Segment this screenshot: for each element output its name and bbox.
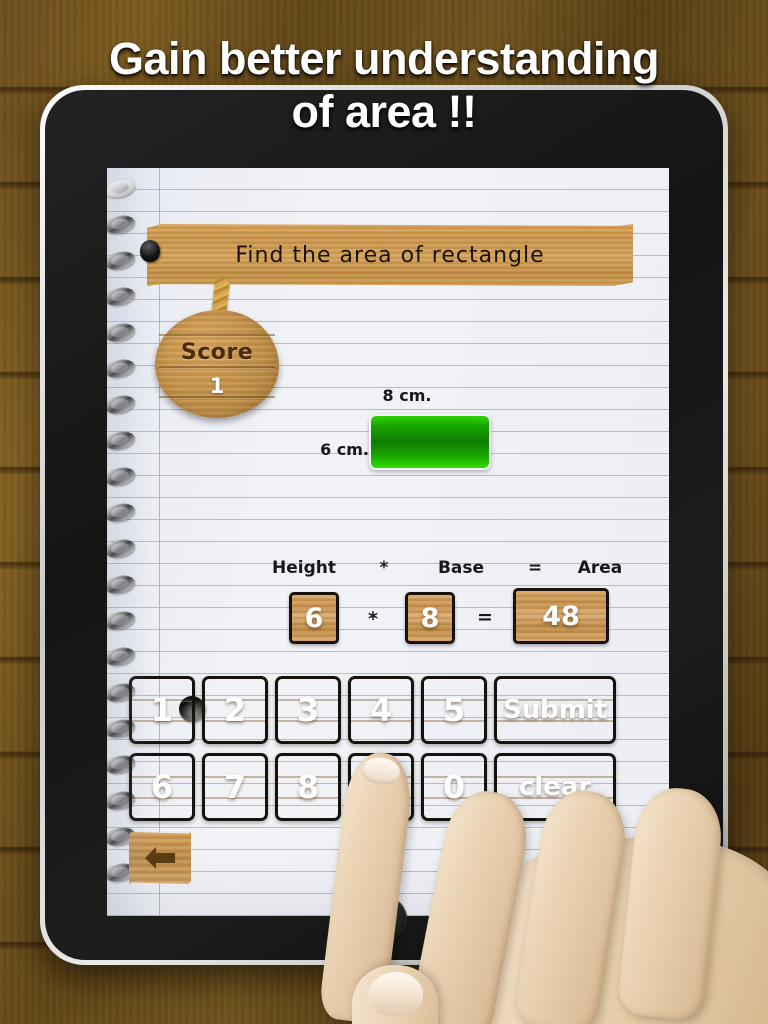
back-arrow-icon [145, 847, 175, 869]
binding-ring [107, 609, 137, 632]
score-badge: Score 1 [155, 310, 279, 418]
formula-label-area: Area [577, 558, 623, 578]
key-label: 1 [150, 691, 174, 729]
key-label: 0 [442, 768, 466, 806]
app-screen: Find the area of rectangle Score 1 8 cm.… [107, 168, 669, 916]
key-label: 2 [223, 691, 247, 729]
home-button-icon [376, 911, 392, 927]
keypad-row-2: 6 7 8 9 0 clear [129, 753, 649, 821]
formula-label-base: Base [437, 558, 485, 578]
headline-line-1: Gain better understanding [108, 33, 660, 84]
height-value: 6 [304, 602, 324, 634]
score-value: 1 [209, 374, 225, 398]
equals-operator: = [477, 606, 493, 628]
binding-ring [107, 285, 137, 308]
question-banner: Find the area of rectangle [147, 224, 633, 286]
key-3[interactable]: 3 [275, 676, 341, 744]
submit-button[interactable]: Submit [494, 676, 616, 744]
formula-label-height: Height [272, 558, 336, 578]
tablet-bezel: Find the area of rectangle Score 1 8 cm.… [45, 90, 723, 960]
key-8[interactable]: 8 [275, 753, 341, 821]
tablet-device: Find the area of rectangle Score 1 8 cm.… [40, 85, 728, 965]
promo-headline: Gain better understanding of area !! [0, 32, 768, 138]
binding-ring [107, 537, 137, 560]
base-value: 8 [420, 602, 440, 634]
key-4[interactable]: 4 [348, 676, 414, 744]
area-answer-box[interactable]: 48 [513, 588, 609, 644]
question-text: Find the area of rectangle [235, 242, 545, 268]
rectangle-height-label: 6 cm. [320, 440, 369, 459]
key-7[interactable]: 7 [202, 753, 268, 821]
formula-label-multiply: * [379, 558, 389, 578]
back-button[interactable] [129, 832, 191, 884]
clear-label: clear [518, 772, 592, 802]
submit-label: Submit [502, 695, 608, 725]
home-button[interactable] [361, 896, 407, 942]
score-label: Score [180, 340, 254, 365]
base-value-box[interactable]: 8 [405, 592, 455, 644]
key-label: 8 [296, 768, 320, 806]
area-value: 48 [542, 600, 580, 632]
key-9[interactable]: 9 [348, 753, 414, 821]
binding-ring [107, 249, 137, 272]
clear-button[interactable]: clear [494, 753, 616, 821]
key-6[interactable]: 6 [129, 753, 195, 821]
key-1[interactable]: 1 [129, 676, 195, 744]
headline-line-2: of area !! [291, 86, 477, 137]
binding-ring [107, 213, 137, 236]
numeric-keypad: 1 2 3 4 5 Submit 6 7 8 9 0 clear [129, 676, 649, 830]
keypad-row-1: 1 2 3 4 5 Submit [129, 676, 649, 744]
key-label: 6 [150, 768, 174, 806]
rectangle-width-label: 8 cm. [382, 386, 432, 405]
binding-ring [107, 321, 137, 344]
banner-nail-icon [140, 240, 160, 262]
key-5[interactable]: 5 [421, 676, 487, 744]
binding-ring [107, 177, 137, 200]
key-label: 5 [442, 691, 466, 729]
height-value-box[interactable]: 6 [289, 592, 339, 644]
green-rectangle-shape [369, 414, 491, 470]
key-label: 7 [223, 768, 247, 806]
key-0[interactable]: 0 [421, 753, 487, 821]
binding-ring [107, 357, 137, 380]
key-label: 3 [296, 691, 320, 729]
multiply-operator: * [368, 608, 378, 630]
key-label: 4 [369, 691, 393, 729]
formula-label-row: Height * Base = Area [107, 558, 669, 584]
binding-ring [107, 645, 137, 668]
key-label: 9 [369, 768, 393, 806]
key-2[interactable]: 2 [202, 676, 268, 744]
